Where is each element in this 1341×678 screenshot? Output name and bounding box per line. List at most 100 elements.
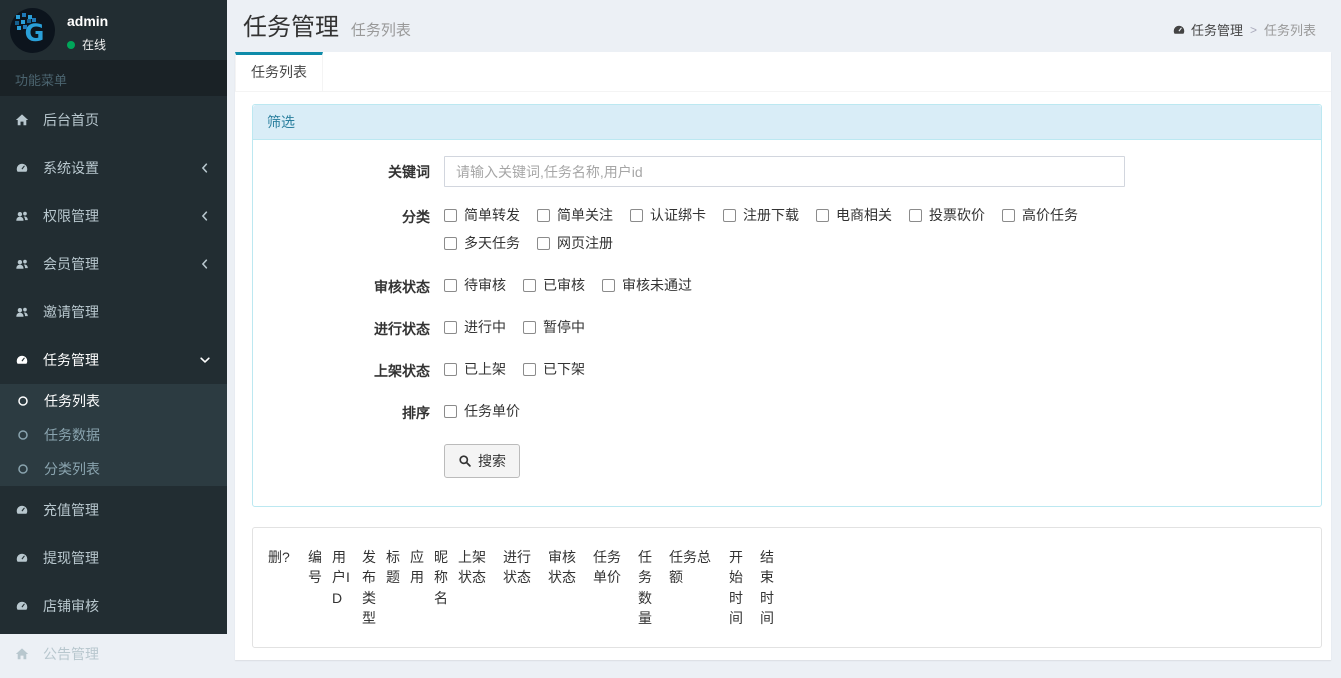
sidebar-link-permissions[interactable]: 权限管理	[0, 192, 227, 240]
keyword-input[interactable]	[444, 156, 1125, 187]
checkbox-label: 任务单价	[464, 401, 520, 421]
search-button-row: 搜索	[268, 439, 1306, 478]
sidebar: G admin 在线 功能菜单 后台首页系统设置权限管理会员管理邀请管理任务管理…	[0, 0, 227, 634]
checkbox-option[interactable]: 简单转发	[444, 205, 520, 225]
sidebar-link-home[interactable]: 后台首页	[0, 96, 227, 144]
checkbox-option[interactable]: 已上架	[444, 359, 506, 379]
table-column-header: 标题	[381, 538, 405, 637]
sidebar-item-label: 提现管理	[43, 548, 99, 568]
task-table: 删?编号用户ID发布类型标题应用昵称名上架状态进行状态审核状态任务单价任务数量任…	[263, 538, 1311, 637]
checkbox-option[interactable]: 简单关注	[537, 205, 613, 225]
user-panel: G admin 在线	[0, 0, 227, 60]
table-column-header: 审核状态	[543, 538, 588, 637]
checkbox-option[interactable]: 电商相关	[816, 205, 892, 225]
checkbox[interactable]	[602, 279, 615, 292]
checkbox-option[interactable]: 任务单价	[444, 401, 520, 421]
sidebar-item-members: 会员管理	[0, 240, 227, 288]
checkbox[interactable]	[444, 363, 457, 376]
sidebar-link-recharge[interactable]: 充值管理	[0, 486, 227, 534]
filter-row-category: 分类简单转发简单关注认证绑卡注册下载电商相关投票砍价高价任务多天任务 网页注册	[268, 201, 1306, 257]
checkbox-label: 暂停中	[543, 317, 585, 337]
sidebar-link-announcements[interactable]: 公告管理	[0, 630, 227, 678]
checkbox[interactable]	[444, 209, 457, 222]
sidebar-item-label: 邀请管理	[43, 302, 99, 322]
filter-panel-heading: 筛选	[253, 105, 1321, 140]
sidebar-item-withdraw: 提现管理	[0, 534, 227, 582]
table-column-header: 上架状态	[453, 538, 498, 637]
sidebar-item-recharge: 充值管理	[0, 486, 227, 534]
checkbox-option[interactable]: 认证绑卡	[630, 205, 706, 225]
sidebar-sublink-task-list[interactable]: 任务列表	[0, 384, 227, 418]
filter-label-progress-status: 进行状态	[268, 313, 444, 341]
checkbox[interactable]	[537, 209, 550, 222]
app-logo: G	[10, 8, 55, 53]
filter-label-category: 分类	[268, 201, 444, 257]
checkbox[interactable]	[523, 363, 536, 376]
checkbox-option[interactable]: 网页注册	[537, 233, 613, 253]
checkbox-option[interactable]: 多天任务	[444, 233, 520, 253]
sidebar-link-tasks[interactable]: 任务管理	[0, 336, 227, 384]
table-column-header: 应用	[405, 538, 429, 637]
checkbox[interactable]	[909, 209, 922, 222]
checkbox[interactable]	[444, 237, 457, 250]
sidebar-link-withdraw[interactable]: 提现管理	[0, 534, 227, 582]
checkbox[interactable]	[523, 321, 536, 334]
sidebar-item-label: 系统设置	[43, 158, 99, 178]
breadcrumb-item[interactable]: 任务管理	[1172, 20, 1243, 39]
search-button[interactable]: 搜索	[444, 444, 520, 478]
filter-label-shelf-status: 上架状态	[268, 355, 444, 383]
users-icon	[15, 305, 36, 319]
sidebar-subitem-label: 任务列表	[44, 391, 100, 411]
gauge-icon	[15, 503, 36, 517]
breadcrumb-separator: >	[1250, 23, 1257, 37]
filter-panel: 筛选 关键词分类简单转发简单关注认证绑卡注册下载电商相关投票砍价高价任务多天任务…	[252, 104, 1322, 507]
sidebar-heading: 功能菜单	[0, 60, 227, 96]
sidebar-link-system-settings[interactable]: 系统设置	[0, 144, 227, 192]
filter-label-sort: 排序	[268, 397, 444, 425]
gauge-icon	[1172, 23, 1186, 37]
user-name: admin	[67, 13, 108, 29]
sidebar-sublink-task-data[interactable]: 任务数据	[0, 418, 227, 452]
checkbox[interactable]	[630, 209, 643, 222]
filter-row-keyword: 关键词	[268, 156, 1306, 187]
table-column-header: 结束时间	[755, 538, 786, 637]
online-status-dot	[67, 41, 75, 49]
task-table-panel: 删?编号用户ID发布类型标题应用昵称名上架状态进行状态审核状态任务单价任务数量任…	[252, 527, 1322, 648]
checkbox-option[interactable]: 审核未通过	[602, 275, 692, 295]
gauge-icon	[15, 551, 36, 565]
checkbox-option[interactable]: 已审核	[523, 275, 585, 295]
search-button-label: 搜索	[478, 451, 506, 471]
checkbox[interactable]	[1002, 209, 1015, 222]
checkbox-option[interactable]: 进行中	[444, 317, 506, 337]
checkbox[interactable]	[816, 209, 829, 222]
circle-o-icon	[16, 462, 37, 476]
sidebar-submenu-tasks: 任务列表任务数据分类列表	[0, 384, 227, 486]
checkbox[interactable]	[444, 405, 457, 418]
home-icon	[15, 647, 36, 661]
sidebar-link-invites[interactable]: 邀请管理	[0, 288, 227, 336]
checkbox-option[interactable]: 注册下载	[723, 205, 799, 225]
checkbox-option[interactable]: 待审核	[444, 275, 506, 295]
checkbox[interactable]	[523, 279, 536, 292]
checkbox[interactable]	[537, 237, 550, 250]
sidebar-sublink-category-list[interactable]: 分类列表	[0, 452, 227, 486]
angle-left-icon	[198, 209, 212, 223]
checkbox-option[interactable]: 高价任务	[1002, 205, 1078, 225]
checkbox-option[interactable]: 暂停中	[523, 317, 585, 337]
sidebar-link-members[interactable]: 会员管理	[0, 240, 227, 288]
checkbox[interactable]	[723, 209, 736, 222]
circle-o-icon	[16, 394, 37, 408]
filter-row-sort: 排序任务单价	[268, 397, 1306, 425]
users-icon	[15, 257, 36, 271]
filter-label-keyword: 关键词	[268, 156, 444, 187]
checkbox-option[interactable]: 投票砍价	[909, 205, 985, 225]
checkbox[interactable]	[444, 279, 457, 292]
checkbox-option[interactable]: 已下架	[523, 359, 585, 379]
tab-task-list[interactable]: 任务列表	[235, 52, 323, 91]
table-column-header: 任务单价	[588, 538, 633, 637]
sidebar-item-label: 后台首页	[43, 110, 99, 130]
checkbox-label: 待审核	[464, 275, 506, 295]
checkbox-label: 网页注册	[557, 233, 613, 253]
sidebar-link-shop-review[interactable]: 店铺审核	[0, 582, 227, 630]
checkbox[interactable]	[444, 321, 457, 334]
